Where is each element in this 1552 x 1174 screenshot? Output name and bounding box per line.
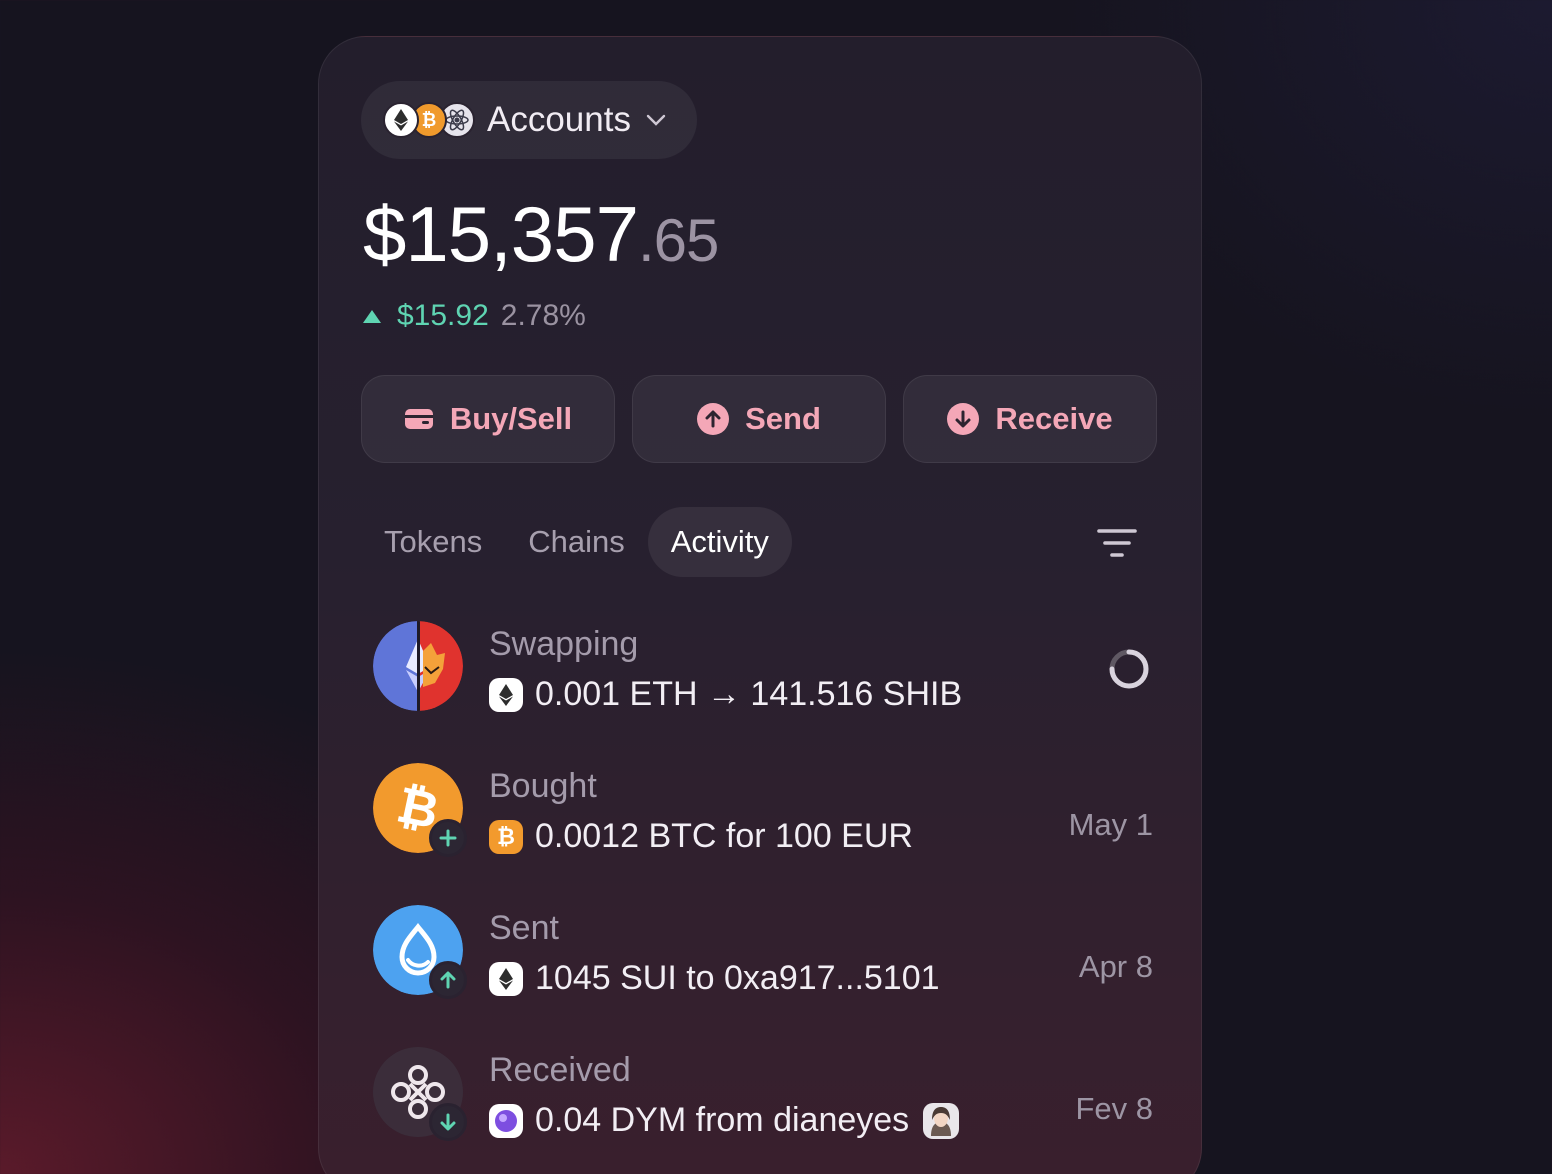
activity-row-received[interactable]: Received 0.04 DYM from dianeyes Fev 8 (373, 1047, 1153, 1147)
receive-button[interactable]: Receive (903, 375, 1157, 463)
account-coins: ₿ (383, 102, 475, 138)
receive-label: Receive (995, 401, 1113, 436)
tab-tokens[interactable]: Tokens (361, 507, 505, 577)
activity-detail: 0.04 DYM from dianeyes (489, 1101, 960, 1140)
activity-row-swapping[interactable]: Swapping 0.001 ETH → 141.516 SHIB (373, 621, 1153, 721)
card-icon (404, 409, 433, 429)
triangle-up-icon (363, 309, 381, 323)
change-amount: $15.92 (397, 299, 489, 332)
activity-detail-text: 0.0012 BTC for 100 EUR (535, 817, 913, 855)
balance-whole: $15,357 (363, 190, 639, 278)
plus-icon (429, 819, 467, 857)
activity-title: Swapping (489, 625, 639, 663)
activity-date: May 1 (1068, 807, 1153, 842)
accounts-selector[interactable]: ₿ Accounts (361, 81, 697, 159)
filter-icon[interactable] (1097, 527, 1137, 559)
tab-chains[interactable]: Chains (505, 507, 648, 577)
user-avatar-icon (923, 1102, 960, 1139)
tab-activity[interactable]: Activity (647, 507, 792, 577)
btc-icon: ₿ (489, 819, 523, 854)
buy-sell-button[interactable]: Buy/Sell (361, 375, 615, 463)
activity-title: Bought (489, 767, 597, 805)
send-label: Send (745, 401, 821, 436)
chevron-down-icon (646, 114, 666, 126)
eth-icon (489, 961, 523, 996)
activity-detail-text: 1045 SUI to 0xa917...5101 (535, 959, 940, 997)
activity-title: Sent (489, 909, 559, 947)
activity-detail: 1045 SUI to 0xa917...5101 (489, 959, 940, 998)
loading-spinner-icon (1109, 649, 1149, 689)
tab-bar: Tokens Chains Activity (361, 507, 792, 577)
arrow-up-circle-icon (697, 403, 730, 435)
activity-row-sent[interactable]: Sent 1045 SUI to 0xa917...5101 Apr 8 (373, 905, 1153, 1005)
eth-icon (383, 102, 419, 138)
activity-detail-text: 0.04 DYM from dianeyes (535, 1101, 910, 1139)
activity-detail: ₿ 0.0012 BTC for 100 EUR (489, 817, 913, 856)
balance-change: $15.92 2.78% (363, 299, 586, 333)
activity-detail: 0.001 ETH → 141.516 SHIB (489, 675, 962, 714)
wallet-panel: ₿ Accounts $15,357.65 $15.92 2.78% Buy/S… (318, 36, 1202, 1174)
activity-date: Apr 8 (1078, 949, 1153, 984)
change-percent: 2.78% (500, 299, 586, 332)
balance-cents: .65 (637, 207, 719, 274)
accounts-label: Accounts (487, 100, 631, 139)
total-balance: $15,357.65 (363, 189, 719, 280)
dym-icon (489, 1103, 523, 1138)
send-button[interactable]: Send (632, 375, 886, 463)
arrow-down-icon (429, 1103, 467, 1141)
arrow-down-circle-icon (947, 403, 980, 435)
eth-icon (489, 677, 523, 712)
buy-sell-label: Buy/Sell (449, 401, 573, 436)
activity-row-bought[interactable]: ₿ Bought ₿ 0.0012 BTC for 100 EUR May 1 (373, 763, 1153, 863)
activity-title: Received (489, 1051, 631, 1089)
activity-date: Fev 8 (1075, 1091, 1153, 1126)
arrow-up-icon (429, 961, 467, 999)
activity-detail-text: 0.001 ETH → 141.516 SHIB (535, 675, 963, 713)
eth-shib-swap-icon (373, 621, 463, 711)
